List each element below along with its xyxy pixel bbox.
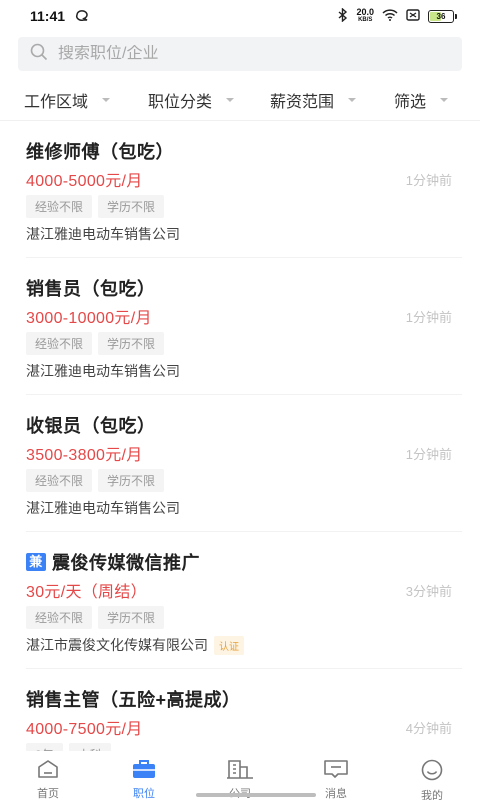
search-icon [30, 43, 48, 66]
battery-icon: 36 [428, 9, 457, 23]
job-salary: 30元/天（周结） [26, 584, 147, 601]
verified-badge: 认证 [214, 635, 244, 655]
status-time: 11:41 [30, 8, 66, 24]
search-input[interactable] [58, 45, 438, 63]
home-indicator [196, 793, 316, 797]
job-list[interactable]: 维修师傅（包吃） 4000-5000元/月 1分钟前 经验不限 学历不限 湛江雅… [0, 121, 480, 751]
req-tag: 经验不限 [26, 469, 93, 492]
job-time: 4分钟前 [405, 721, 452, 736]
filter-more[interactable]: 筛选 [394, 88, 449, 112]
job-salary: 3500-3800元/月 [26, 447, 143, 464]
filter-salary[interactable]: 薪资范围 [270, 88, 357, 112]
job-title: 收银员（包吃） [26, 416, 156, 436]
filter-bar: 工作区域 职位分类 薪资范围 筛选 [0, 80, 480, 120]
job-requirements: 经验不限 学历不限 [26, 195, 165, 218]
job-card[interactable]: 销售员（包吃） 3000-10000元/月 1分钟前 经验不限 学历不限 湛江雅… [26, 258, 462, 395]
job-salary: 4000-5000元/月 [26, 173, 143, 190]
job-title: 销售员（包吃） [26, 279, 156, 299]
job-time: 3分钟前 [405, 584, 452, 599]
caret-down-icon [102, 98, 111, 102]
job-title: 兼 震俊传媒微信推广 [26, 549, 200, 575]
job-company: 湛江雅迪电动车销售公司 [26, 226, 180, 242]
req-tag: 经验不限 [26, 606, 93, 629]
briefcase-icon [131, 759, 157, 782]
status-bar: 11:41 20.0 KB/S 36 [0, 0, 480, 32]
part-time-badge: 兼 [26, 553, 46, 571]
home-icon [36, 759, 60, 782]
notification-icon [75, 8, 91, 24]
search-bar[interactable] [18, 37, 462, 71]
job-salary: 3000-10000元/月 [26, 310, 152, 327]
job-salary: 4000-7500元/月 [26, 721, 143, 738]
tab-profile[interactable]: 我的 [384, 751, 480, 800]
job-requirements: 经验不限 学历不限 [26, 332, 165, 355]
job-card[interactable]: 兼 震俊传媒微信推广 30元/天（周结） 3分钟前 经验不限 学历不限 湛江市震… [26, 532, 462, 669]
job-title: 销售主管（五险+高提成） [26, 690, 241, 710]
req-tag: 学历不限 [98, 469, 165, 492]
job-requirements: 经验不限 学历不限 [26, 469, 165, 492]
job-title: 维修师傅（包吃） [26, 142, 174, 162]
caret-down-icon [440, 98, 449, 102]
job-time: 1分钟前 [405, 447, 452, 462]
job-company: 湛江市震俊文化传媒有限公司 认证 [26, 635, 244, 655]
filter-category[interactable]: 职位分类 [148, 88, 235, 112]
sim-icon [406, 8, 420, 24]
building-icon [226, 759, 254, 782]
message-icon [323, 759, 349, 782]
caret-down-icon [226, 98, 235, 102]
job-card[interactable]: 销售主管（五险+高提成） 4000-7500元/月 4分钟前 3年 本科 [26, 669, 462, 751]
job-requirements: 3年 本科 [26, 743, 111, 751]
job-time: 1分钟前 [405, 310, 452, 325]
job-card[interactable]: 维修师傅（包吃） 4000-5000元/月 1分钟前 经验不限 学历不限 湛江雅… [26, 121, 462, 258]
job-company: 湛江雅迪电动车销售公司 [26, 500, 180, 516]
req-tag: 本科 [68, 743, 111, 751]
req-tag: 经验不限 [26, 195, 93, 218]
job-card[interactable]: 收银员（包吃） 3500-3800元/月 1分钟前 经验不限 学历不限 湛江雅迪… [26, 395, 462, 532]
net-speed: 20.0 KB/S [356, 7, 374, 24]
req-tag: 经验不限 [26, 332, 93, 355]
caret-down-icon [348, 98, 357, 102]
req-tag: 3年 [26, 743, 63, 751]
req-tag: 学历不限 [98, 332, 165, 355]
filter-area[interactable]: 工作区域 [24, 88, 111, 112]
job-time: 1分钟前 [405, 173, 452, 188]
req-tag: 学历不限 [98, 606, 165, 629]
job-company: 湛江雅迪电动车销售公司 [26, 363, 180, 379]
job-requirements: 经验不限 学历不限 [26, 606, 165, 629]
req-tag: 学历不限 [98, 195, 165, 218]
tab-home[interactable]: 首页 [0, 751, 96, 800]
wifi-icon [382, 8, 398, 24]
profile-icon [420, 759, 444, 784]
tab-jobs[interactable]: 职位 [96, 751, 192, 800]
bluetooth-icon [338, 6, 348, 25]
